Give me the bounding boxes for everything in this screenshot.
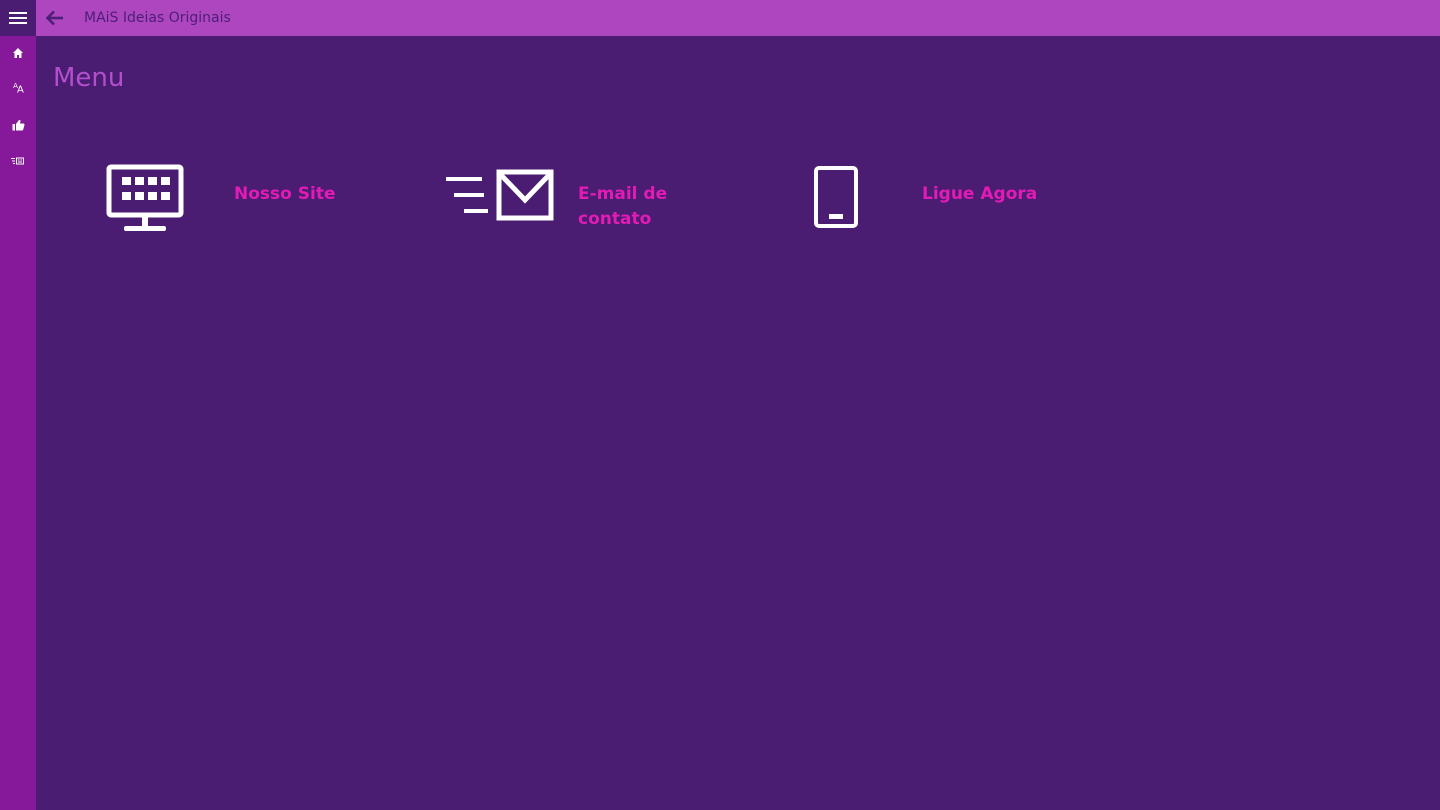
thumbs-up-icon bbox=[12, 119, 24, 131]
email-fast-icon bbox=[446, 169, 554, 221]
menu-tile-label: Nosso Site bbox=[234, 184, 336, 204]
hamburger-icon bbox=[9, 12, 27, 24]
menu-tile-label: E-mail de contato bbox=[578, 184, 668, 229]
home-icon bbox=[13, 48, 23, 58]
phone-icon bbox=[814, 166, 858, 228]
menu-tile-ligue-agora[interactable]: Ligue Agora bbox=[810, 160, 1110, 240]
back-arrow-icon bbox=[45, 10, 63, 26]
menu-tile-nosso-site[interactable]: Nosso Site bbox=[100, 160, 400, 240]
font-size-icon: AA bbox=[13, 81, 24, 96]
page-title: Menu bbox=[53, 63, 125, 93]
menu-tile-email[interactable]: E-mail de contato bbox=[440, 160, 770, 240]
menu-tile-label: Ligue Agora bbox=[922, 184, 1038, 204]
back-button[interactable] bbox=[40, 3, 70, 33]
sidebar-item-news[interactable] bbox=[0, 143, 36, 179]
monitor-icon bbox=[106, 164, 184, 231]
hamburger-menu-button[interactable] bbox=[0, 0, 36, 36]
news-icon bbox=[11, 157, 24, 165]
app-title: MAiS Ideias Originais bbox=[84, 10, 231, 26]
title-bar: MAiS Ideias Originais bbox=[36, 0, 1440, 36]
sidebar: AA bbox=[0, 0, 36, 810]
sidebar-item-home[interactable] bbox=[0, 35, 36, 71]
sidebar-item-like[interactable] bbox=[0, 107, 36, 143]
sidebar-item-font-size[interactable]: AA bbox=[0, 71, 36, 107]
